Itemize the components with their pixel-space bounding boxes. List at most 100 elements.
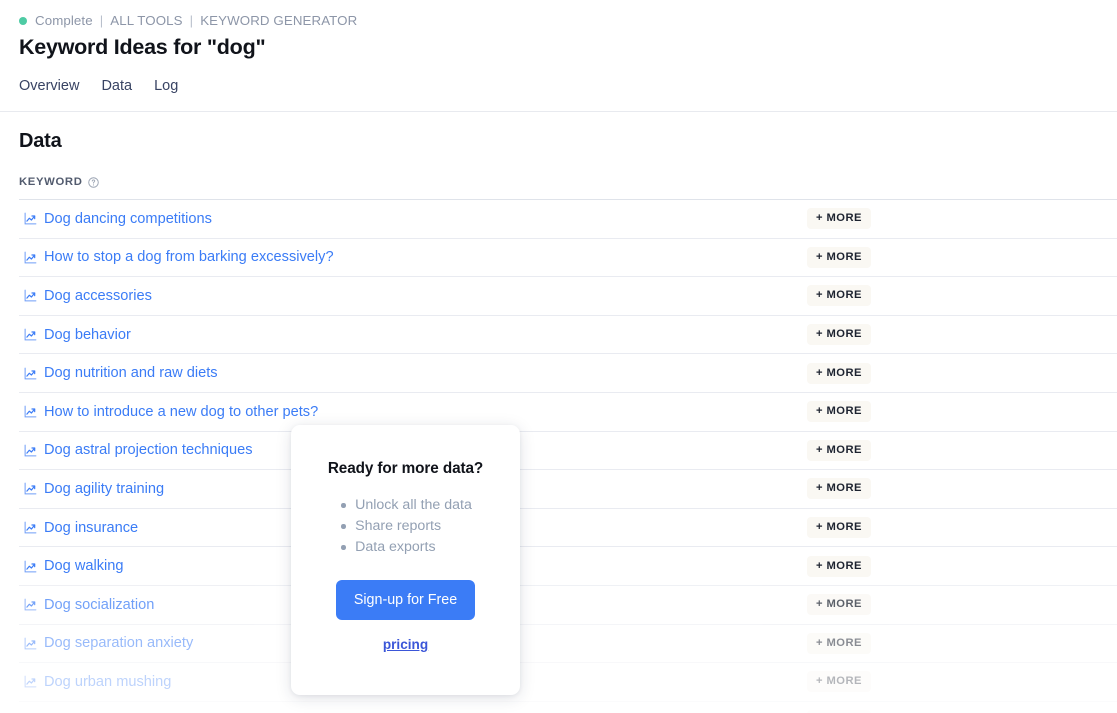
keyword-link[interactable]: Dog agility training	[44, 479, 164, 499]
breadcrumb: Complete | ALL TOOLS | KEYWORD GENERATOR	[19, 0, 1117, 32]
table-row[interactable]: Dog behavior + MORE	[19, 314, 1117, 354]
tab-data[interactable]: Data	[101, 76, 132, 96]
more-cell: + MORE	[807, 555, 871, 577]
more-cell: + MORE	[807, 594, 871, 616]
more-cell: + MORE	[807, 401, 871, 423]
trend-chart-icon	[24, 521, 37, 534]
modal-benefits-list: Unlock all the data Share reports Data e…	[339, 495, 472, 558]
table-row[interactable]: Dog astral projection techniques + MORE	[19, 430, 1117, 470]
column-header-keyword: KEYWORD	[19, 176, 83, 188]
more-button[interactable]: + MORE	[807, 671, 871, 693]
trend-chart-icon	[24, 367, 37, 380]
trend-chart-icon	[24, 328, 37, 341]
tab-bar: Overview Data Log	[19, 73, 1117, 99]
trend-chart-icon	[24, 212, 37, 225]
keyword-link[interactable]: Dog dancing competitions	[44, 209, 212, 229]
keyword-link[interactable]: Dog separation anxiety	[44, 633, 193, 653]
keyword-cell: Dog dancing competitions	[19, 209, 807, 229]
more-button[interactable]: + MORE	[807, 632, 871, 654]
more-button[interactable]: + MORE	[807, 594, 871, 616]
more-button[interactable]: + MORE	[807, 285, 871, 307]
more-button[interactable]: + MORE	[807, 208, 871, 230]
keyword-link[interactable]: How to introduce a new dog to other pets…	[44, 402, 318, 422]
table-column-header: KEYWORD	[19, 165, 1117, 199]
table-row[interactable]: Dog agility training + MORE	[19, 469, 1117, 508]
keyword-link[interactable]: Dog astral projection techniques	[44, 440, 253, 460]
breadcrumb-separator-2: |	[189, 13, 194, 28]
modal-title: Ready for more data?	[327, 460, 484, 477]
keyword-cell: How to introduce a new dog to other pets…	[19, 402, 807, 422]
trend-chart-icon	[24, 444, 37, 457]
table-row[interactable]: Dog parks+ MORE	[19, 700, 1117, 713]
more-cell: + MORE	[807, 285, 871, 307]
keyword-link[interactable]: How to stop a dog from barking excessive…	[44, 247, 334, 267]
trend-chart-icon	[24, 290, 37, 302]
table-row[interactable]: Dog nutrition and raw diets + MORE	[19, 353, 1117, 392]
tab-log[interactable]: Log	[154, 76, 178, 96]
more-cell: + MORE	[807, 517, 871, 539]
more-button[interactable]: + MORE	[807, 401, 871, 423]
more-button[interactable]: + MORE	[807, 362, 871, 384]
more-cell: + MORE	[807, 208, 871, 230]
table-row[interactable]: Dog separation anxiety + MORE	[19, 623, 1117, 663]
keyword-link[interactable]: Dog walking	[44, 556, 124, 576]
more-button[interactable]: + MORE	[807, 555, 871, 577]
trend-chart-icon	[24, 251, 37, 264]
trend-chart-icon	[24, 405, 37, 418]
keyword-cell: Dog behavior	[19, 325, 807, 345]
table-row[interactable]: Dog socialization + MORE	[19, 584, 1117, 624]
trend-chart-icon	[24, 676, 37, 688]
status-label: Complete	[35, 13, 93, 28]
table-row[interactable]: Dog accessories + MORE	[19, 276, 1117, 315]
table-row[interactable]: How to stop a dog from barking excessive…	[19, 237, 1117, 277]
keyword-link[interactable]: Dog urban mushing	[44, 672, 171, 692]
data-section: Data KEYWORD Dog dancing competitions + M…	[0, 112, 1117, 713]
more-button[interactable]: + MORE	[807, 246, 871, 268]
modal-benefit-item: Data exports	[339, 537, 472, 558]
modal-benefit-item: Share reports	[339, 516, 472, 537]
keyword-link[interactable]: Dog accessories	[44, 286, 152, 306]
signup-button[interactable]: Sign-up for Free	[335, 580, 476, 620]
breadcrumb-all-tools[interactable]: ALL TOOLS	[110, 13, 182, 28]
more-cell: + MORE	[807, 362, 871, 384]
trend-chart-icon	[24, 637, 37, 650]
more-cell: + MORE	[807, 671, 871, 693]
keyword-link[interactable]: Dog socialization	[44, 595, 154, 615]
more-button[interactable]: + MORE	[807, 517, 871, 539]
breadcrumb-separator-1: |	[99, 13, 104, 28]
more-cell: + MORE	[807, 632, 871, 654]
more-cell: + MORE	[807, 478, 871, 500]
more-cell: + MORE	[807, 439, 871, 461]
trend-chart-icon	[24, 483, 37, 495]
table-row[interactable]: Dog walking + MORE	[19, 546, 1117, 585]
keyword-cell: Dog nutrition and raw diets	[19, 363, 807, 383]
more-button[interactable]: + MORE	[807, 478, 871, 500]
page-title: Keyword Ideas for "dog"	[19, 35, 266, 59]
help-circle-icon[interactable]	[87, 176, 99, 188]
tab-overview[interactable]: Overview	[19, 76, 79, 96]
upgrade-modal: Ready for more data? Unlock all the data…	[291, 425, 520, 695]
trend-chart-icon	[24, 560, 37, 573]
more-button[interactable]: + MORE	[807, 324, 871, 346]
table-row[interactable]: Dog urban mushing + MORE	[19, 662, 1117, 701]
keyword-link[interactable]: Dog nutrition and raw diets	[44, 363, 218, 383]
table-row[interactable]: How to introduce a new dog to other pets…	[19, 391, 1117, 431]
table-row[interactable]: Dog insurance + MORE	[19, 507, 1117, 547]
pricing-link[interactable]: pricing	[383, 637, 428, 652]
trend-chart-icon	[24, 598, 37, 611]
breadcrumb-keyword-generator[interactable]: KEYWORD GENERATOR	[200, 13, 357, 28]
section-title: Data	[19, 130, 62, 152]
app-page: Complete | ALL TOOLS | KEYWORD GENERATOR…	[0, 0, 1117, 713]
keyword-cell: How to stop a dog from barking excessive…	[19, 247, 807, 267]
keyword-table: Dog dancing competitions + MORE How to sto…	[19, 199, 1117, 713]
status-dot-icon	[19, 16, 27, 25]
page-header: Complete | ALL TOOLS | KEYWORD GENERATOR…	[0, 0, 1117, 99]
more-cell: + MORE	[807, 324, 871, 346]
more-cell: + MORE	[807, 246, 871, 268]
keyword-link[interactable]: Dog insurance	[44, 518, 138, 538]
more-button[interactable]: + MORE	[807, 439, 871, 461]
modal-benefit-item: Unlock all the data	[339, 495, 472, 516]
keyword-cell: Dog accessories	[19, 286, 807, 306]
keyword-link[interactable]: Dog behavior	[44, 325, 131, 345]
table-row[interactable]: Dog dancing competitions + MORE	[19, 199, 1117, 238]
